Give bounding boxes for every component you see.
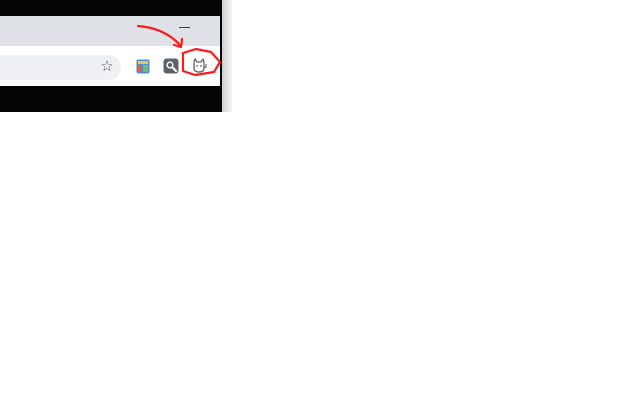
bookmark-star-icon[interactable]: ☆ bbox=[99, 58, 115, 76]
browser-screenshot: ☆ bbox=[0, 0, 232, 112]
window-shadow bbox=[222, 0, 232, 112]
minimize-button[interactable] bbox=[179, 27, 190, 28]
colorful-tile-icon[interactable] bbox=[136, 59, 150, 74]
magnifier-icon[interactable] bbox=[163, 58, 179, 74]
browser-titlebar bbox=[0, 16, 220, 46]
cat-extension-icon[interactable] bbox=[190, 57, 208, 75]
